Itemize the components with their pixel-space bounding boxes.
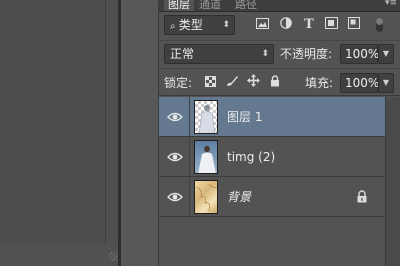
layer-thumbnail xyxy=(194,100,218,134)
panel-dock-gap xyxy=(121,0,159,266)
blend-mode-dropdown[interactable]: 正常 ⬍ xyxy=(164,44,274,64)
layer-name[interactable]: timg (2) xyxy=(227,148,275,166)
lock-transparent-pixels-icon[interactable] xyxy=(203,73,217,93)
adjustment-filter-icon[interactable] xyxy=(279,15,293,35)
tab-layers[interactable]: 图层 xyxy=(164,0,194,11)
fill-input[interactable]: 100% xyxy=(340,73,379,93)
canvas-workspace xyxy=(0,0,105,266)
panel-menu-icon[interactable]: ▾≡ xyxy=(385,0,397,9)
fill-label: 填充: xyxy=(305,76,334,90)
resize-grip-icon[interactable] xyxy=(109,252,118,261)
lock-row: 锁定: 填充: 100% ▼ xyxy=(159,68,400,96)
shape-filter-icon[interactable] xyxy=(324,15,338,35)
workspace-status-bar xyxy=(0,245,118,266)
tab-channels[interactable]: 通道 xyxy=(195,0,225,11)
blend-mode-value: 正常 xyxy=(170,47,195,61)
panel-tab-bar: 图层 通道 路径 ▾≡ xyxy=(159,0,400,12)
blend-mode-row: 正常 ⬍ 不透明度: 100% ▼ xyxy=(159,40,400,66)
layer-row-timg[interactable]: timg (2) xyxy=(159,137,385,177)
layer-lock-icon xyxy=(357,190,367,203)
workspace-edge xyxy=(106,0,118,266)
lock-position-icon[interactable] xyxy=(246,73,260,93)
filter-kind-dropdown[interactable]: ⌕ 类型 ⬍ xyxy=(164,15,235,35)
visibility-eye-icon[interactable] xyxy=(167,149,183,165)
lock-image-pixels-icon[interactable] xyxy=(225,73,239,93)
layer-row-layer1[interactable]: 图层 1 xyxy=(159,97,385,137)
search-icon: ⌕ xyxy=(170,21,179,32)
opacity-label: 不透明度: xyxy=(280,47,333,61)
smart-object-filter-icon[interactable] xyxy=(347,15,361,35)
lock-all-icon[interactable] xyxy=(268,73,282,93)
opacity-slider-button[interactable]: ▼ xyxy=(378,44,394,64)
opacity-input[interactable]: 100% xyxy=(340,44,379,64)
row-separator xyxy=(189,97,190,137)
row-separator xyxy=(189,137,190,177)
up-down-arrow-icon: ⬍ xyxy=(261,49,269,59)
layers-scrollbar[interactable] xyxy=(385,97,400,266)
layer-name[interactable]: 图层 1 xyxy=(227,108,262,126)
lock-label: 锁定: xyxy=(164,76,193,90)
up-down-arrow-icon: ⬍ xyxy=(222,20,230,30)
layer-thumbnail xyxy=(194,140,218,174)
visibility-eye-icon[interactable] xyxy=(167,189,183,205)
image-filter-icon[interactable] xyxy=(255,15,269,35)
filter-kind-label: 类型 xyxy=(178,18,203,32)
fill-slider-button[interactable]: ▼ xyxy=(378,73,394,93)
layer-thumbnail xyxy=(194,180,218,214)
layer-row-background[interactable]: 背景 xyxy=(159,177,385,217)
layers-panel: 图层 通道 路径 ▾≡ ⌕ 类型 ⬍ T 正常 ⬍ 不透明度: 100% ▼ 锁… xyxy=(159,0,400,266)
layers-empty-area xyxy=(159,217,385,266)
row-separator xyxy=(189,177,190,217)
layer-name[interactable]: 背景 xyxy=(227,188,251,206)
layer-filter-row: ⌕ 类型 ⬍ T xyxy=(159,13,400,37)
visibility-eye-icon[interactable] xyxy=(167,109,183,125)
type-filter-icon[interactable]: T xyxy=(302,15,316,35)
tab-paths[interactable]: 路径 xyxy=(231,0,261,11)
filter-toggle-switch[interactable] xyxy=(376,18,383,32)
